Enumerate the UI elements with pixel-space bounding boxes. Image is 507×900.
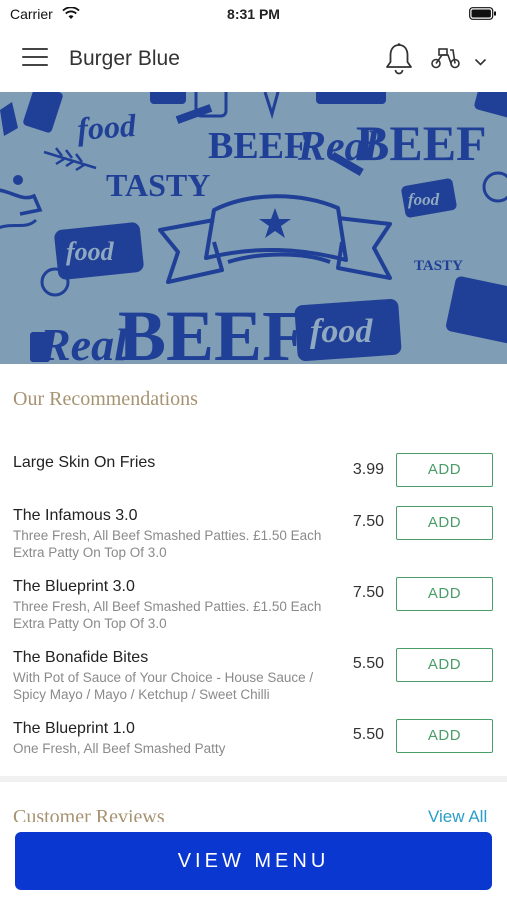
- item-description-line: Extra Patty On Top Of 3.0: [13, 545, 167, 560]
- item-name: The Bonafide Bites: [13, 649, 149, 666]
- add-button[interactable]: ADD: [396, 577, 493, 611]
- item-description: Three Fresh, All Beef Smashed Patties. £…: [13, 598, 343, 632]
- svg-text:food: food: [76, 107, 138, 147]
- item-description-line: With Pot of Sauce of Your Choice - House…: [13, 670, 314, 685]
- item-name: The Infamous 3.0: [13, 507, 138, 524]
- view-menu-button[interactable]: VIEW MENU: [15, 832, 492, 890]
- svg-text:TASTY: TASTY: [414, 258, 463, 274]
- hero-banner-image: food BEEF Real BEEF TASTY Real BEEF TAST…: [0, 92, 507, 364]
- item-name: The Blueprint 1.0: [13, 720, 135, 737]
- svg-text:BEEF: BEEF: [208, 125, 307, 167]
- item-name: The Blueprint 3.0: [13, 578, 135, 595]
- svg-text:food: food: [310, 313, 373, 350]
- bell-icon[interactable]: [384, 42, 414, 81]
- chevron-down-icon[interactable]: [474, 54, 487, 72]
- delivery-scooter-icon[interactable]: [430, 46, 462, 75]
- item-description-line: Three Fresh, All Beef Smashed Patties. £…: [13, 528, 322, 543]
- item-description: With Pot of Sauce of Your Choice - House…: [13, 669, 343, 703]
- svg-text:food: food: [66, 237, 115, 266]
- status-time: 8:31 PM: [227, 6, 280, 22]
- item-name: Large Skin On Fries: [13, 454, 156, 471]
- item-price: 3.99: [352, 461, 384, 478]
- svg-text:TASTY: TASTY: [106, 167, 210, 203]
- item-description-line: Three Fresh, All Beef Smashed Patties. £…: [13, 599, 322, 614]
- add-button[interactable]: ADD: [396, 453, 493, 487]
- item-price: 7.50: [352, 584, 384, 601]
- customer-reviews-section: Customer Reviews View All: [0, 782, 507, 822]
- item-description: One Fresh, All Beef Smashed Patty: [13, 740, 343, 757]
- status-bar: Carrier 8:31 PM: [0, 0, 507, 28]
- item-price: 5.50: [352, 726, 384, 743]
- battery-icon: [469, 7, 497, 23]
- item-price: 7.50: [352, 513, 384, 530]
- svg-text:food: food: [408, 190, 440, 209]
- add-button[interactable]: ADD: [396, 719, 493, 753]
- bottom-bar: VIEW MENU: [0, 822, 507, 900]
- svg-text:BEEF: BEEF: [356, 115, 487, 171]
- item-description: Three Fresh, All Beef Smashed Patties. £…: [13, 527, 343, 561]
- view-all-link[interactable]: View All: [428, 807, 487, 822]
- app-header: Burger Blue: [0, 28, 507, 92]
- customer-reviews-title: Customer Reviews: [13, 806, 165, 822]
- svg-text:Real: Real: [39, 319, 127, 364]
- app-title: Burger Blue: [69, 47, 180, 70]
- add-button[interactable]: ADD: [396, 506, 493, 540]
- svg-text:BEEF: BEEF: [118, 296, 306, 364]
- add-button[interactable]: ADD: [396, 648, 493, 682]
- hamburger-menu-icon[interactable]: [22, 48, 48, 70]
- recommendations-title: Our Recommendations: [13, 388, 198, 410]
- item-description-line: One Fresh, All Beef Smashed Patty: [13, 741, 226, 756]
- recommendations-section: Our Recommendations Large Skin On Fries …: [0, 364, 507, 776]
- item-description-line: Extra Patty On Top Of 3.0: [13, 616, 167, 631]
- item-price: 5.50: [352, 655, 384, 672]
- item-description-line: Spicy Mayo / Mayo / Ketchup / Sweet Chil…: [13, 687, 270, 702]
